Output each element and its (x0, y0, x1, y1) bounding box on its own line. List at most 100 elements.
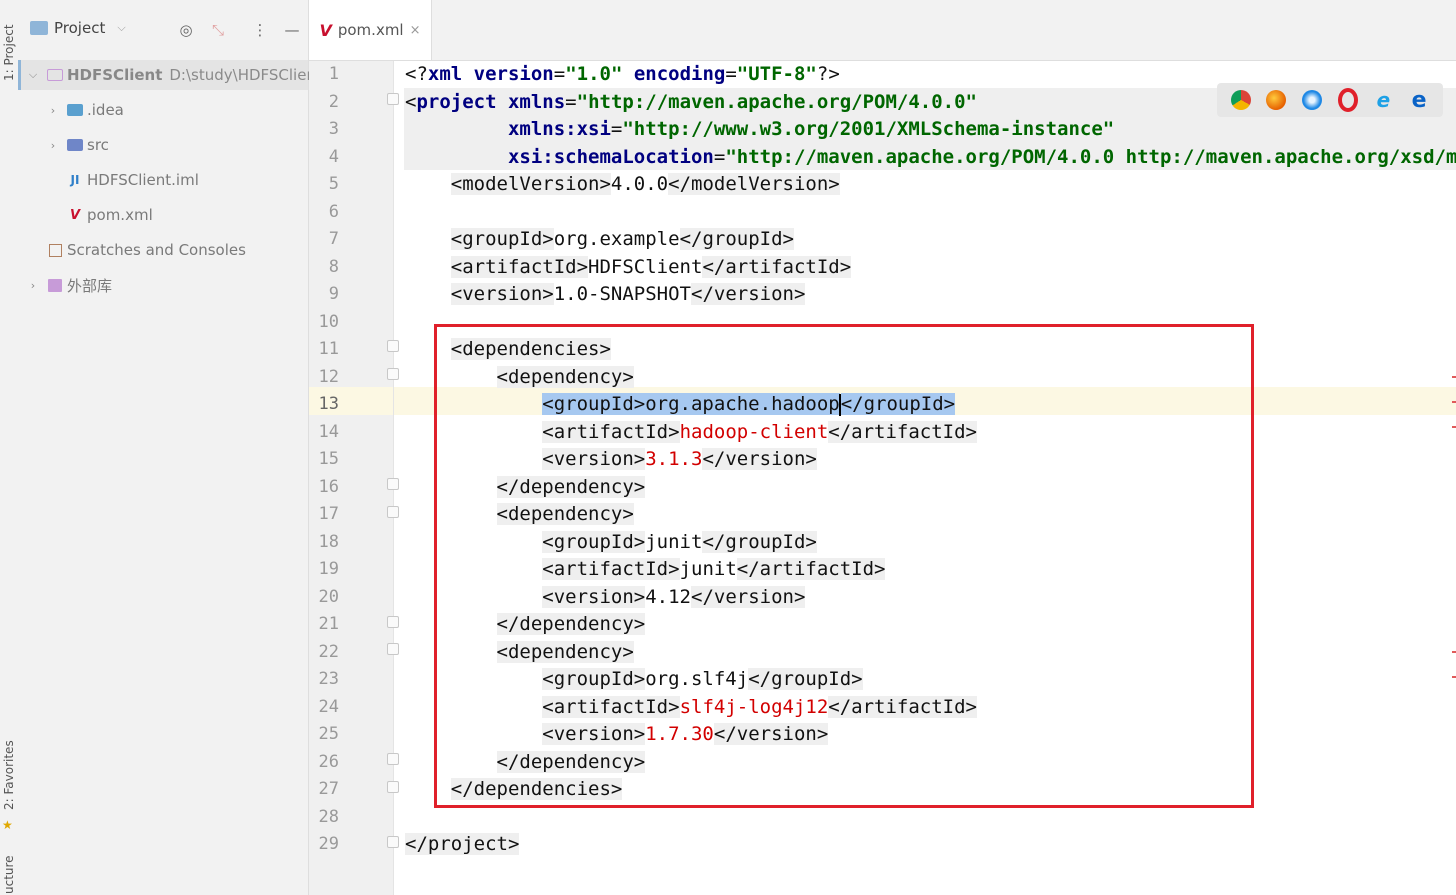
browser-preview-toolbar: e e (1217, 83, 1443, 117)
locate-file-icon[interactable]: ◎ (176, 20, 196, 40)
edge-icon[interactable]: e (1409, 88, 1429, 113)
fold-marker-icon[interactable] (387, 478, 399, 490)
tree-item-label: .idea (87, 101, 124, 119)
line-number: 10 (318, 311, 339, 332)
code-line-8: <artifactId>HDFSClient</artifactId> (450, 255, 852, 278)
line-number: 22 (318, 641, 339, 662)
line-number: 11 (318, 339, 339, 359)
code-line-4: xsi:schemaLocation="http://maven.apache.… (507, 145, 1456, 168)
chevron-right-icon[interactable]: › (46, 104, 60, 117)
chrome-icon[interactable] (1230, 90, 1251, 110)
maven-file-icon: V (69, 207, 81, 223)
line-number: 5 (328, 174, 339, 194)
project-view-selector[interactable]: Project ⌵ (30, 19, 126, 37)
line-number: 6 (328, 201, 339, 222)
tree-item-label: HDFSClient (67, 66, 163, 84)
more-options-icon[interactable]: ⋮ (250, 20, 270, 40)
tab-pom-xml[interactable]: V pom.xml × (309, 0, 432, 60)
tree-selection-marker (18, 60, 21, 90)
error-stripe-mark[interactable] (1452, 426, 1456, 428)
line-number: 28 (318, 806, 339, 827)
line-number: 17 (318, 504, 339, 524)
tree-item-external-libraries[interactable]: › 外部库 (26, 270, 112, 300)
collapse-all-icon[interactable]: ⤡ (208, 20, 228, 40)
star-icon: ★ (2, 818, 13, 832)
opera-icon[interactable] (1337, 88, 1358, 112)
chevron-down-icon: ⌵ (117, 21, 126, 34)
tree-item-iml[interactable]: JI HDFSClient.iml (66, 165, 199, 195)
line-number: 13 (318, 394, 339, 414)
fold-marker-icon[interactable] (387, 340, 399, 352)
code-line-3: xmlns:xsi="http://www.w3.org/2001/XMLSch… (507, 118, 1115, 140)
chevron-down-icon[interactable]: ⌵ (26, 68, 40, 82)
fold-marker-icon[interactable] (387, 836, 399, 848)
structure-tool-tab[interactable]: ucture (1, 855, 17, 895)
fold-marker-icon[interactable] (387, 781, 399, 793)
hide-panel-icon[interactable]: — (282, 20, 302, 40)
firefox-icon[interactable] (1266, 90, 1287, 110)
code-line-29: </project> (405, 833, 520, 855)
dependencies-highlight-box (434, 324, 1254, 808)
error-stripe-mark[interactable] (1452, 651, 1456, 653)
fold-marker-icon[interactable] (387, 368, 399, 380)
close-tab-icon[interactable]: × (410, 23, 421, 38)
line-number: 23 (318, 669, 339, 689)
line-number: 14 (318, 421, 339, 442)
ie-icon[interactable]: e (1373, 88, 1393, 112)
fold-marker-icon[interactable] (387, 753, 399, 765)
error-stripe-mark[interactable] (1452, 376, 1456, 378)
line-number: 8 (328, 256, 339, 277)
line-number: 25 (318, 724, 339, 744)
idea-folder-icon (66, 102, 84, 118)
code-line-7: <groupId>org.example</groupId> (450, 228, 794, 250)
line-number: 24 (318, 696, 339, 717)
tree-item-scratches[interactable]: Scratches and Consoles (46, 235, 246, 265)
project-folder-icon (30, 21, 48, 35)
tree-item-pom[interactable]: V pom.xml (66, 200, 153, 230)
line-number: 18 (318, 531, 339, 552)
maven-file-icon: V (319, 20, 332, 40)
line-number: 4 (328, 146, 339, 167)
favorites-tool-tab[interactable]: 2: Favorites (1, 730, 17, 820)
chevron-right-icon[interactable]: › (26, 279, 40, 292)
tree-item-label: 外部库 (67, 276, 113, 295)
line-number: 19 (318, 559, 339, 579)
iml-file-icon: JI (70, 173, 80, 187)
project-panel-title: Project (54, 19, 106, 37)
line-number: 16 (318, 476, 339, 497)
tree-item-src[interactable]: › src (46, 130, 109, 160)
fold-marker-icon[interactable] (387, 93, 399, 105)
structure-tool-tab-label: ucture (2, 855, 16, 895)
editor-tab-bar: V pom.xml × (309, 0, 1456, 61)
code-line-9: <version>1.0-SNAPSHOT</version> (450, 283, 806, 305)
tree-item-hdfsclient[interactable]: ⌵ HDFSClient D:\study\HDFSClient (26, 60, 322, 90)
line-number: 26 (318, 751, 339, 772)
code-line-1: <?xml version="1.0" encoding="UTF-8"?> (405, 63, 840, 85)
line-number: 9 (328, 284, 339, 304)
tree-item-label: pom.xml (87, 206, 153, 224)
tree-item-label: Scratches and Consoles (67, 241, 246, 259)
line-number: 12 (318, 366, 339, 387)
project-tool-tab[interactable]: 1: Project (1, 8, 17, 98)
chevron-right-icon[interactable]: › (46, 139, 60, 152)
line-number: 3 (328, 119, 339, 139)
tree-item-idea[interactable]: › .idea (46, 95, 124, 125)
libraries-icon (46, 277, 64, 293)
fold-marker-icon[interactable] (387, 643, 399, 655)
line-number: 15 (318, 449, 339, 469)
error-stripe-mark[interactable] (1452, 676, 1456, 678)
line-number: 21 (318, 614, 339, 634)
tool-window-stripe: 1: Project 2: Favorites ★ ucture (0, 0, 19, 895)
src-folder-icon (66, 137, 84, 153)
line-number: 1 (328, 64, 339, 84)
folder-icon (46, 67, 64, 83)
error-stripe-mark[interactable] (1452, 401, 1456, 403)
project-tool-tab-label: 1: Project (2, 24, 16, 82)
line-number: 27 (318, 779, 339, 799)
code-editor[interactable]: 1 2 3 4 5 6 7 8 9 10 11 12 13 14 15 16 17 18 19 20 21 22 23 24 2… (309, 61, 1456, 895)
code-line-5: <modelVersion>4.0.0</modelVersion> (450, 173, 840, 195)
code-line-2: <project xmlns="http://maven.apache.org/… (405, 90, 977, 113)
fold-marker-icon[interactable] (387, 506, 399, 518)
fold-marker-icon[interactable] (387, 616, 399, 628)
safari-icon[interactable] (1302, 90, 1323, 110)
